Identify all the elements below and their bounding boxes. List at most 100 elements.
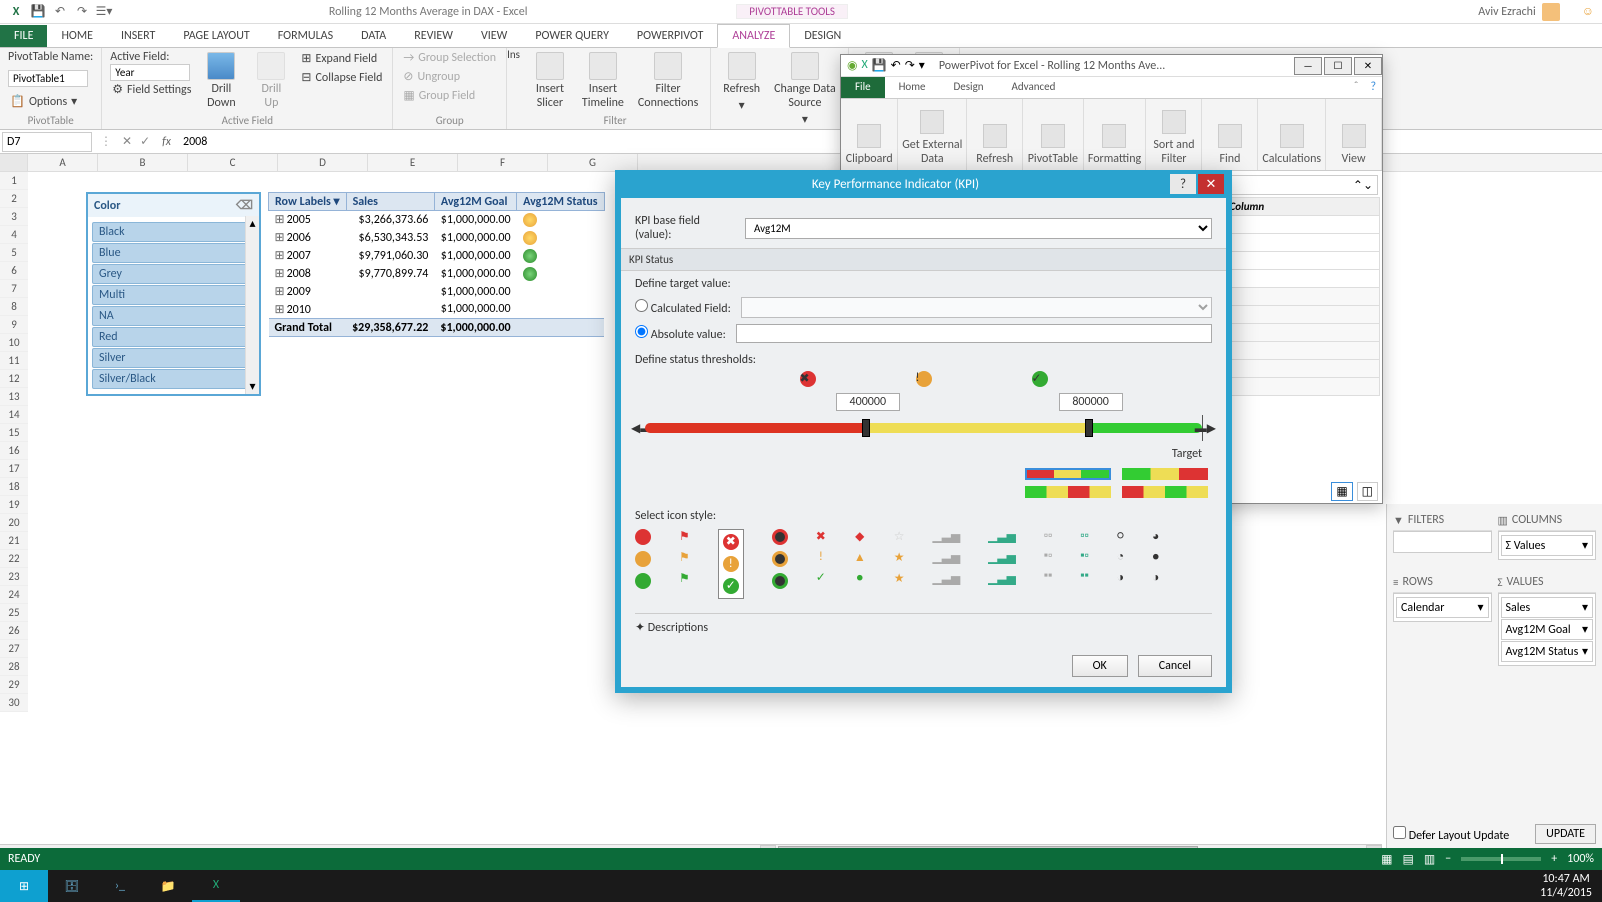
pp-ribbon-group[interactable]: Get External Data	[898, 99, 967, 170]
pp-ribbon-group[interactable]: Refresh	[967, 99, 1023, 170]
clear-filter-icon[interactable]: ⌫	[236, 198, 253, 213]
save-icon[interactable]: 💾	[30, 4, 46, 20]
color-slicer[interactable]: Color⌫ BlackBlueGreyMultiNARedSilverSilv…	[86, 192, 261, 396]
pp-close-icon[interactable]: ✕	[1354, 57, 1382, 75]
tab-view[interactable]: VIEW	[467, 25, 521, 47]
values-drop-zone[interactable]: Sales▾Avg12M Goal▾Avg12M Status▾	[1498, 593, 1597, 666]
pivot-row[interactable]: ⊞2006$6,530,343.53$1,000,000.00	[269, 229, 605, 247]
pivot-table[interactable]: Row Labels ▾SalesAvg12M GoalAvg12M Statu…	[268, 192, 605, 337]
threshold-low-input[interactable]: 400000	[836, 393, 900, 411]
icon-style-symbols-circled[interactable]: ✖!✓	[718, 529, 744, 599]
kpi-dialog-help-icon[interactable]: ?	[1170, 174, 1196, 194]
touch-mode-icon[interactable]: ☰▾	[96, 4, 112, 20]
values-pill[interactable]: Sales▾	[1501, 597, 1594, 618]
taskbar-explorer-icon[interactable]: 📁	[144, 870, 192, 902]
icon-style-boxes-color[interactable]: ▫▫▪▫▪▪	[1080, 529, 1089, 599]
pp-minimize-icon[interactable]: —	[1294, 57, 1322, 75]
kpi-base-field-select[interactable]: Avg12M	[745, 218, 1212, 239]
insert-slicer-button[interactable]: Insert Slicer	[528, 50, 572, 112]
help-icon[interactable]: ☺	[1574, 4, 1602, 19]
tab-insert[interactable]: INSERT	[107, 25, 169, 47]
tab-powerpivot[interactable]: POWERPIVOT	[623, 25, 717, 47]
columns-drop-zone[interactable]: Σ Values▾	[1498, 531, 1597, 560]
pivottable-field-list[interactable]: ▼ FILTERS ▥ COLUMNSΣ Values▾ ≡ ROWSCalen…	[1386, 504, 1602, 848]
expand-field-button[interactable]: ⊞ Expand Field	[299, 50, 384, 67]
update-button[interactable]: UPDATE	[1535, 824, 1596, 844]
pivot-row[interactable]: ⊞2010$1,000,000.00	[269, 301, 605, 319]
defer-layout-checkbox[interactable]: Defer Layout Update	[1393, 826, 1509, 843]
absolute-value-input[interactable]	[736, 324, 1212, 343]
pp-redo-icon[interactable]: ↷	[905, 58, 915, 73]
name-box[interactable]	[2, 132, 92, 152]
pp-maximize-icon[interactable]: ☐	[1324, 57, 1352, 75]
style-strip-2[interactable]	[1122, 468, 1208, 480]
fx-icon[interactable]: fx	[154, 135, 179, 149]
pp-help-icon[interactable]: ?	[1364, 77, 1382, 98]
zoom-out-icon[interactable]: −	[1445, 852, 1451, 866]
tab-formulas[interactable]: FORMULAS	[264, 25, 347, 47]
pp-ribbon-group[interactable]: Calculations	[1258, 99, 1326, 170]
tab-power-query[interactable]: POWER QUERY	[521, 25, 623, 47]
icon-style-pie[interactable]: ○◔◑	[1117, 529, 1124, 599]
taskbar-excel-icon[interactable]: X	[192, 870, 240, 902]
icon-style-circles[interactable]	[635, 529, 651, 599]
slicer-item[interactable]: Silver	[92, 348, 255, 368]
slicer-item[interactable]: Grey	[92, 264, 255, 284]
system-clock[interactable]: 10:47 AM11/4/2015	[1530, 872, 1602, 901]
pp-ribbon-group[interactable]: Find	[1202, 99, 1258, 170]
pp-view-switcher[interactable]: ▦◫	[1331, 482, 1378, 501]
options-button[interactable]: 📋 Options ▾	[8, 93, 79, 110]
pp-tab-design[interactable]: Design	[940, 77, 998, 98]
pp-ribbon-group[interactable]: PivotTable	[1023, 99, 1083, 170]
tab-page-layout[interactable]: PAGE LAYOUT	[169, 25, 263, 47]
taskbar-server-manager-icon[interactable]: 🗄	[48, 870, 96, 902]
view-normal-icon[interactable]: ▦	[1381, 852, 1392, 867]
pp-ribbon-group[interactable]: Clipboard	[841, 99, 898, 170]
change-data-source-button[interactable]: Change Data Source▾	[770, 50, 840, 129]
zoom-in-icon[interactable]: +	[1551, 852, 1557, 866]
tab-home[interactable]: HOME	[47, 25, 107, 47]
start-button[interactable]: ⊞	[0, 870, 48, 902]
zoom-level[interactable]: 100%	[1567, 852, 1594, 866]
slicer-item[interactable]: Black	[92, 222, 255, 242]
pivottable-name-input[interactable]	[8, 70, 88, 87]
drill-down-button[interactable]: Drill Down	[199, 50, 243, 112]
view-page-break-icon[interactable]: ▥	[1424, 852, 1435, 867]
kpi-dialog-close-icon[interactable]: ✕	[1198, 174, 1224, 194]
descriptions-expander[interactable]: ✦ Descriptions	[635, 613, 1212, 635]
icon-style-shapes[interactable]: ◆▲●	[854, 529, 866, 599]
columns-pill-values[interactable]: Σ Values▾	[1501, 535, 1594, 556]
absolute-value-radio[interactable]: Absolute value:	[635, 325, 726, 342]
calculated-field-radio[interactable]: Calculated Field:	[635, 299, 731, 316]
field-settings-button[interactable]: ⚙ Field Settings	[110, 81, 193, 98]
tab-analyze[interactable]: ANALYZE	[717, 24, 790, 48]
icon-style-symbols[interactable]: ✖!✓	[816, 529, 826, 599]
threshold-slider[interactable]: ◀▬ 400000 800000 ▬▶	[645, 417, 1202, 439]
style-strip-4[interactable]	[1122, 486, 1208, 498]
pp-tab-home[interactable]: Home	[885, 77, 940, 98]
user-account[interactable]: Aviv Ezrachi	[1464, 3, 1573, 21]
tab-design[interactable]: DESIGN	[790, 25, 855, 47]
values-pill[interactable]: Avg12M Status▾	[1501, 641, 1594, 662]
style-strip-3[interactable]	[1025, 486, 1111, 498]
view-page-layout-icon[interactable]: ▤	[1403, 852, 1414, 867]
style-strip-1[interactable]	[1025, 468, 1111, 480]
pivot-row[interactable]: ⊞2005$3,266,373.66$1,000,000.00	[269, 211, 605, 229]
icon-style-flags[interactable]: ⚑⚑⚑	[679, 529, 690, 599]
active-field-input[interactable]	[110, 64, 190, 81]
tab-file[interactable]: FILE	[0, 25, 47, 47]
insert-timeline-button[interactable]: Insert Timeline	[578, 50, 628, 112]
slicer-item[interactable]: Blue	[92, 243, 255, 263]
refresh-button[interactable]: Refresh▾	[719, 50, 764, 115]
pp-ribbon-group[interactable]: View	[1326, 99, 1382, 170]
rows-pill-calendar[interactable]: Calendar▾	[1396, 597, 1489, 618]
kpi-ok-button[interactable]: OK	[1072, 655, 1128, 677]
pp-tab-file[interactable]: File	[841, 77, 885, 98]
taskbar-powershell-icon[interactable]: ›_	[96, 870, 144, 902]
values-pill[interactable]: Avg12M Goal▾	[1501, 619, 1594, 640]
undo-icon[interactable]: ↶	[52, 4, 68, 20]
cancel-formula-icon[interactable]: ✕	[118, 134, 136, 149]
filter-connections-button[interactable]: Filter Connections	[634, 50, 702, 112]
icon-style-stars[interactable]: ☆★★	[894, 529, 905, 599]
kpi-dialog[interactable]: Key Performance Indicator (KPI) ?✕ KPI b…	[615, 170, 1232, 693]
